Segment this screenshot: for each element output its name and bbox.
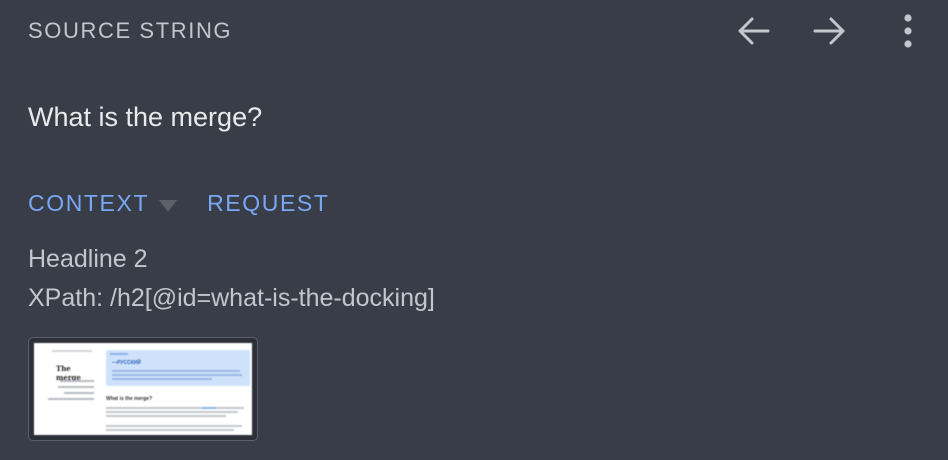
screenshot-banner-title: —РУССКИЙ — [112, 360, 141, 366]
screenshot-line — [48, 398, 94, 400]
screenshot-subheading: What is the merge? — [106, 396, 153, 402]
screenshot-preview: The merge —РУССКИЙ What is the merge? — [34, 343, 252, 435]
screenshot-line — [106, 429, 234, 431]
screenshot-line — [52, 350, 92, 352]
screenshot-line — [106, 407, 244, 409]
tab-context[interactable]: CONTEXT — [28, 190, 149, 217]
section-title: SOURCE STRING — [28, 18, 233, 43]
context-xpath: XPath: /h2[@id=what-is-the-docking] — [28, 284, 435, 312]
screenshot-content: —РУССКИЙ What is the merge? — [106, 347, 252, 433]
context-element-type: Headline 2 — [28, 245, 148, 273]
source-string-panel: SOURCE STRING What is the merge? CONTEXT… — [0, 0, 948, 460]
previous-string-button[interactable] — [733, 11, 773, 51]
screenshot-line — [58, 386, 94, 388]
screenshot-banner: —РУССКИЙ — [106, 350, 250, 386]
more-vertical-icon — [904, 14, 912, 48]
more-options-button[interactable] — [888, 11, 928, 51]
screenshot-line — [112, 370, 240, 372]
next-string-button[interactable] — [810, 11, 850, 51]
arrow-left-icon — [738, 17, 770, 45]
screenshot-link — [202, 407, 216, 409]
header-actions — [733, 11, 928, 51]
arrow-right-icon — [813, 17, 845, 45]
screenshot-sidebar: The merge — [38, 347, 98, 435]
context-tabs: CONTEXT REQUEST — [28, 190, 329, 217]
caret-down-icon[interactable] — [159, 199, 178, 212]
tab-request[interactable]: REQUEST — [207, 190, 329, 217]
screenshot-line — [106, 415, 226, 417]
context-screenshot-thumbnail[interactable]: The merge —РУССКИЙ What is the merge? — [28, 337, 258, 441]
screenshot-line — [106, 425, 242, 427]
screenshot-line — [106, 411, 238, 413]
source-string-text: What is the merge? — [28, 102, 263, 132]
screenshot-line — [110, 353, 128, 355]
screenshot-line — [64, 392, 94, 394]
screenshot-line — [112, 378, 212, 380]
panel-header: SOURCE STRING — [28, 14, 928, 48]
screenshot-line — [60, 380, 94, 382]
screenshot-line — [112, 374, 242, 376]
